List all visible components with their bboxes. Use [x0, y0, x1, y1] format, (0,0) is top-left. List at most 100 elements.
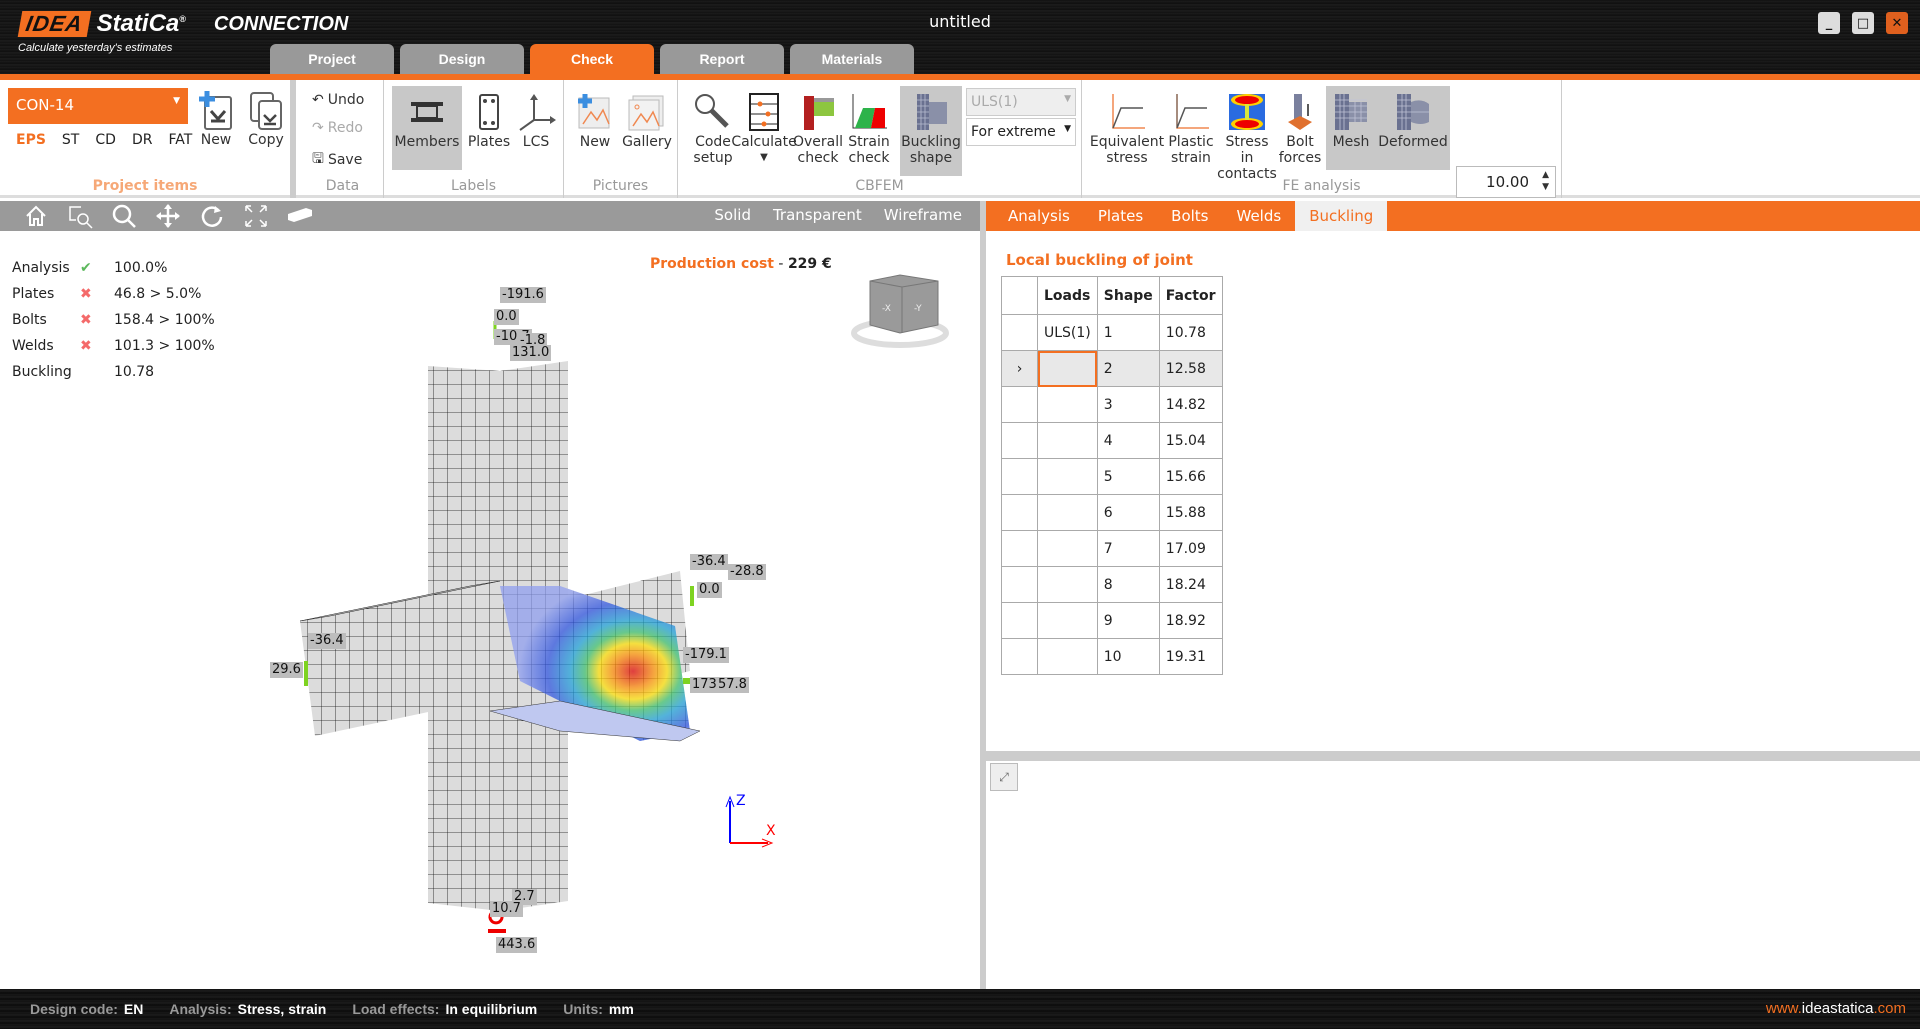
cell-loads[interactable] — [1037, 530, 1098, 567]
redo-button[interactable]: ↷ Redo — [312, 120, 363, 136]
lcs-label-button[interactable]: LCS — [514, 90, 558, 150]
results-tab-analysis[interactable]: Analysis — [994, 201, 1084, 231]
tab-project[interactable]: Project — [270, 44, 394, 74]
3d-viewport[interactable]: Analysis ✔ 100.0% Plates ✖ 46.8 > 5.0% Bolts… — [0, 231, 980, 989]
cell-shape[interactable]: 9 — [1096, 602, 1160, 639]
cell-loads[interactable] — [1037, 422, 1098, 459]
section-view-icon[interactable] — [278, 201, 322, 231]
cell-shape[interactable]: 2 — [1096, 350, 1160, 387]
website-link[interactable]: www.ideastatica.com — [1766, 1000, 1906, 1017]
maximize-button[interactable]: □ — [1852, 12, 1874, 34]
bolt-forces-button[interactable]: Bolt forces — [1278, 90, 1322, 166]
undo-button[interactable]: ↶ Undo — [312, 92, 364, 108]
horizontal-splitter[interactable] — [986, 751, 1920, 761]
overall-check-button[interactable]: Overall check — [792, 90, 844, 166]
type-cd[interactable]: CD — [95, 132, 116, 148]
table-row[interactable]: 3 14.82 — [1001, 386, 1223, 423]
cell-shape[interactable]: 4 — [1096, 422, 1160, 459]
cell-factor[interactable]: 19.31 — [1158, 638, 1223, 675]
table-row[interactable]: 5 15.66 — [1001, 458, 1223, 495]
cell-factor[interactable]: 14.82 — [1158, 386, 1223, 423]
cell-loads[interactable]: ULS(1) — [1037, 314, 1098, 351]
deformation-scale-input[interactable]: 10.00 ▲ ▼ — [1456, 166, 1556, 198]
cell-loads[interactable] — [1037, 566, 1098, 603]
zoom-window-icon[interactable] — [58, 201, 102, 231]
code-setup-button[interactable]: Code setup — [690, 90, 736, 166]
new-picture-button[interactable]: New — [572, 90, 618, 150]
deformed-button[interactable]: Deformed — [1376, 90, 1450, 150]
cell-factor[interactable]: 18.24 — [1158, 566, 1223, 603]
cell-loads[interactable] — [1037, 494, 1098, 531]
table-row[interactable]: ULS(1) 1 10.78 — [1001, 314, 1223, 351]
cell-factor[interactable]: 12.58 — [1158, 350, 1223, 387]
col-shape[interactable]: Shape — [1096, 276, 1160, 315]
cell-factor[interactable]: 15.88 — [1158, 494, 1223, 531]
results-tab-welds[interactable]: Welds — [1223, 201, 1296, 231]
table-row[interactable]: 6 15.88 — [1001, 494, 1223, 531]
equivalent-stress-button[interactable]: Equivalent stress — [1090, 90, 1164, 166]
cell-factor[interactable]: 15.04 — [1158, 422, 1223, 459]
table-row[interactable]: 10 19.31 — [1001, 638, 1223, 675]
tab-report[interactable]: Report — [660, 44, 784, 74]
save-button[interactable]: 🖫 Save — [312, 148, 362, 172]
table-row[interactable]: › 2 12.58 — [1001, 350, 1223, 387]
col-factor[interactable]: Factor — [1158, 276, 1223, 315]
plastic-strain-button[interactable]: Plastic strain — [1166, 90, 1216, 166]
table-row[interactable]: 4 15.04 — [1001, 422, 1223, 459]
spinner-arrows-icon[interactable]: ▲ ▼ — [1542, 169, 1549, 193]
load-combination-select[interactable]: ULS(1) ▼ — [966, 88, 1076, 116]
cell-factor[interactable]: 15.66 — [1158, 458, 1223, 495]
connection-select[interactable]: CON-14 ▼ — [8, 88, 188, 124]
strain-check-button[interactable]: Strain check — [846, 90, 892, 166]
pan-icon[interactable] — [146, 201, 190, 231]
rotate-icon[interactable] — [190, 201, 234, 231]
close-button[interactable]: ✕ — [1886, 12, 1908, 34]
cell-shape[interactable]: 5 — [1096, 458, 1160, 495]
calculate-button[interactable]: Calculate ▼ — [731, 90, 797, 166]
stress-in-contacts-button[interactable]: Stress in contacts — [1217, 90, 1277, 182]
tab-check[interactable]: Check — [530, 44, 654, 74]
cell-loads[interactable] — [1037, 350, 1098, 387]
mode-solid[interactable]: Solid — [714, 206, 751, 224]
copy-connection-button[interactable]: Copy — [246, 88, 286, 148]
col-loads[interactable]: Loads — [1037, 276, 1098, 315]
mode-transparent[interactable]: Transparent — [773, 206, 862, 224]
gallery-button[interactable]: Gallery — [622, 90, 672, 150]
results-tab-bolts[interactable]: Bolts — [1157, 201, 1222, 231]
type-fat[interactable]: FAT — [168, 132, 192, 148]
mode-wireframe[interactable]: Wireframe — [884, 206, 962, 224]
minimize-button[interactable]: _ — [1818, 12, 1840, 34]
results-tab-plates[interactable]: Plates — [1084, 201, 1157, 231]
cell-shape[interactable]: 7 — [1096, 530, 1160, 567]
cell-loads[interactable] — [1037, 458, 1098, 495]
buckling-shape-button[interactable]: Buckling shape — [900, 86, 962, 176]
extreme-select[interactable]: For extreme ▼ — [966, 118, 1076, 146]
cell-shape[interactable]: 10 — [1096, 638, 1160, 675]
cell-shape[interactable]: 3 — [1096, 386, 1160, 423]
cell-factor[interactable]: 10.78 — [1158, 314, 1223, 351]
table-row[interactable]: 7 17.09 — [1001, 530, 1223, 567]
plates-label-button[interactable]: Plates — [466, 90, 512, 150]
table-row[interactable]: 9 18.92 — [1001, 602, 1223, 639]
expand-icon[interactable]: ⤢ — [990, 763, 1018, 791]
cell-factor[interactable]: 18.92 — [1158, 602, 1223, 639]
type-st[interactable]: ST — [62, 132, 79, 148]
zoom-icon[interactable] — [102, 201, 146, 231]
fullscreen-icon[interactable] — [234, 201, 278, 231]
table-row[interactable]: 8 18.24 — [1001, 566, 1223, 603]
cell-loads[interactable] — [1037, 602, 1098, 639]
type-dr[interactable]: DR — [132, 132, 153, 148]
tab-design[interactable]: Design — [400, 44, 524, 74]
members-label-button[interactable]: Members — [392, 86, 462, 170]
cell-shape[interactable]: 6 — [1096, 494, 1160, 531]
type-eps[interactable]: EPS — [16, 132, 46, 148]
cell-loads[interactable] — [1037, 386, 1098, 423]
new-connection-button[interactable]: New — [196, 88, 236, 148]
cell-loads[interactable] — [1037, 638, 1098, 675]
tab-materials[interactable]: Materials — [790, 44, 914, 74]
home-view-icon[interactable] — [14, 201, 58, 231]
results-tab-buckling[interactable]: Buckling — [1295, 201, 1388, 231]
cell-factor[interactable]: 17.09 — [1158, 530, 1223, 567]
cell-shape[interactable]: 8 — [1096, 566, 1160, 603]
cell-shape[interactable]: 1 — [1096, 314, 1160, 351]
